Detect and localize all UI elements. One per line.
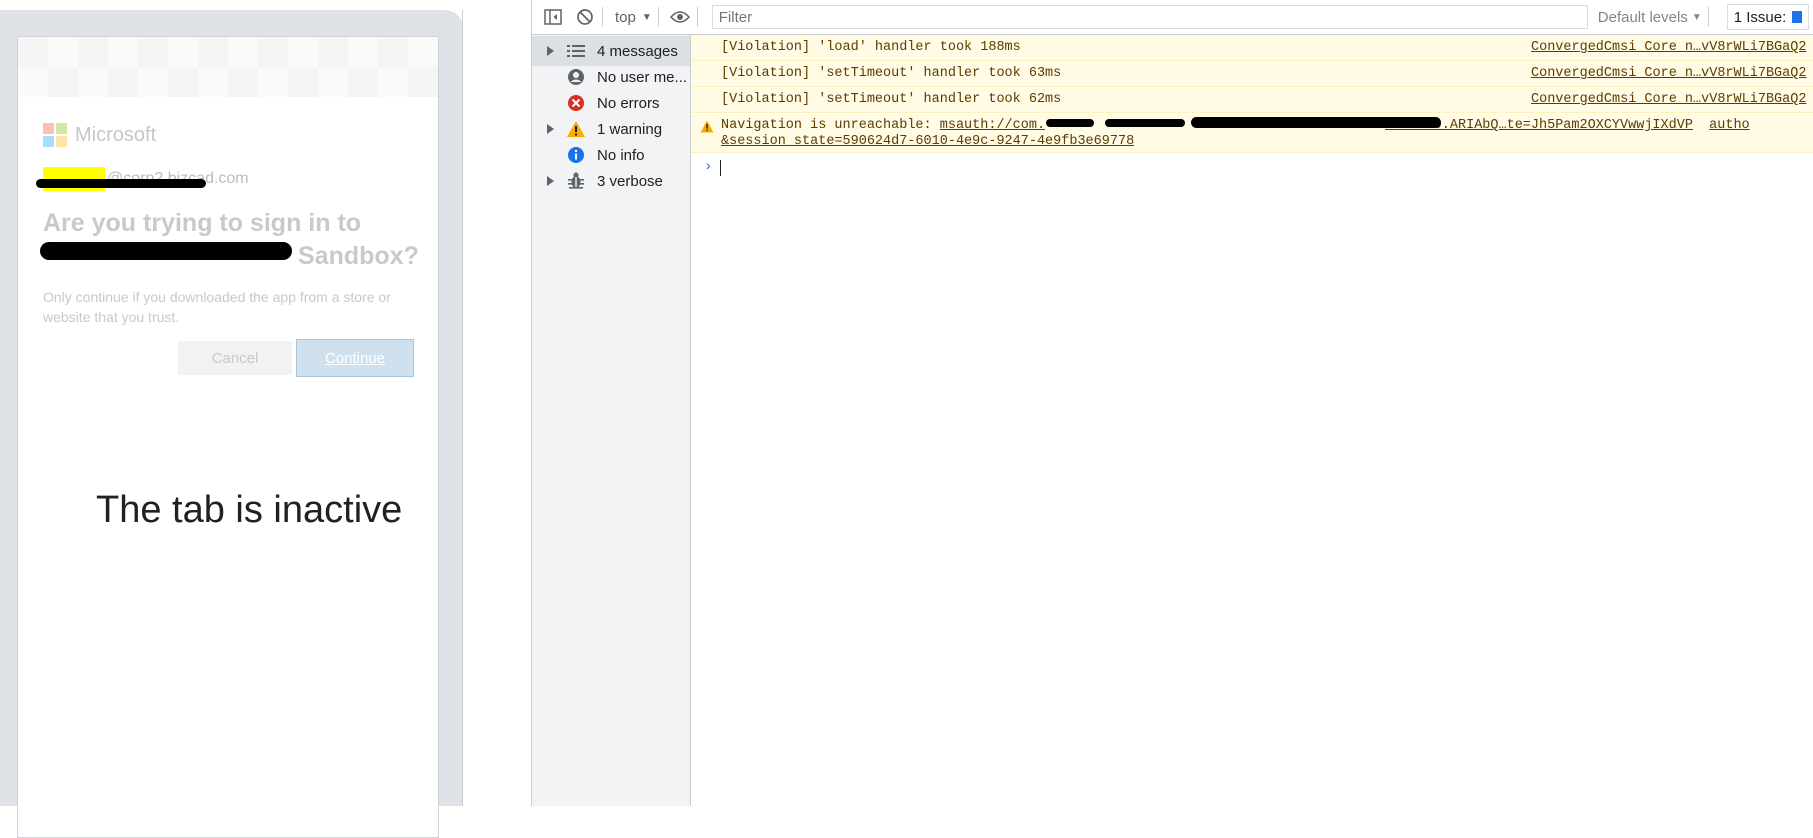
sidebar-toggle-icon[interactable] <box>542 6 564 28</box>
redaction-scribble <box>1105 119 1185 127</box>
sidebar-item-label: No errors <box>597 94 660 112</box>
expand-triangle-icon[interactable] <box>547 176 554 186</box>
warning-tail[interactable]: autho <box>1709 118 1750 133</box>
chevron-down-icon: ▼ <box>641 11 652 23</box>
message-source-link[interactable]: ConvergedCmsi_Core_n…vV8rWLi7BGaQ2 <box>1531 66 1806 81</box>
toolbar-divider <box>1707 7 1709 27</box>
issue-flag-icon <box>1792 11 1803 23</box>
console-input-caret[interactable] <box>720 160 721 176</box>
issues-label: 1 Issue: <box>1733 8 1787 26</box>
error-icon <box>566 93 586 113</box>
continue-button[interactable]: Continue <box>296 339 414 377</box>
devtools-console-panel: top ▼ Default levels ▼ 1 Issue: 4 messag… <box>531 0 1813 806</box>
microsoft-name: Microsoft <box>75 123 157 146</box>
message-text: [Violation] 'setTimeout' handler took 62… <box>721 92 1062 107</box>
log-levels-dropdown[interactable]: Default levels ▼ <box>1598 9 1702 26</box>
tab-inactive-overlay-text: The tab is inactive <box>96 489 403 531</box>
microsoft-grid-icon <box>43 123 67 147</box>
question-line-1: Are you trying to sign in to <box>43 209 362 237</box>
expand-triangle-icon[interactable] <box>547 46 554 56</box>
list-icon <box>566 41 586 61</box>
checker-background <box>18 37 438 97</box>
issues-counter[interactable]: 1 Issue: <box>1726 4 1810 30</box>
sidebar-item-verbose[interactable]: 3 verbose <box>532 166 690 196</box>
cancel-button[interactable]: Cancel <box>178 341 292 375</box>
message-source-link[interactable]: ConvergedCmsi_Core_n…vV8rWLi7BGaQ2 <box>1531 40 1806 55</box>
message-text: [Violation] 'load' handler took 188ms <box>721 40 1021 55</box>
sidebar-item-label: No info <box>597 146 645 164</box>
console-messages: [Violation] 'load' handler took 188ms Co… <box>691 35 1813 806</box>
warning-icon <box>700 120 714 138</box>
console-prompt-chevron-icon: › <box>704 159 713 175</box>
info-icon <box>566 145 586 165</box>
redaction-scribble <box>40 242 292 260</box>
expand-triangle-icon[interactable] <box>547 124 554 134</box>
warning-prefix: Navigation is unreachable: <box>721 118 940 133</box>
chevron-down-icon: ▼ <box>1691 11 1702 23</box>
bug-icon <box>566 171 586 191</box>
eye-icon[interactable] <box>669 6 691 28</box>
redaction-scribble <box>1046 119 1094 127</box>
message-source-link[interactable]: ConvergedCmsi_Core_n…vV8rWLi7BGaQ2 <box>1531 92 1806 107</box>
console-message-row: [Violation] 'setTimeout' handler took 63… <box>691 61 1813 87</box>
context-label: top <box>615 8 636 26</box>
microsoft-logo: Microsoft <box>43 123 156 147</box>
filter-input[interactable] <box>711 5 1588 29</box>
clear-console-icon[interactable] <box>574 6 596 28</box>
redaction-scribble <box>1191 117 1441 128</box>
device-screen: Microsoft @corp2.bizcad.com Are you tryi… <box>17 36 439 838</box>
sidebar-item-label: No user me... <box>597 68 688 86</box>
toolbar-divider <box>602 7 603 27</box>
toolbar-divider <box>657 7 659 27</box>
console-toolbar: top ▼ Default levels ▼ 1 Issue: <box>532 0 1813 35</box>
sidebar-item-label: 3 verbose <box>597 172 663 190</box>
sidebar-item-label: 4 messages <box>597 42 678 60</box>
console-sidebar: 4 messages No user me... No errors 1 war… <box>532 35 691 806</box>
emulated-device-frame: Microsoft @corp2.bizcad.com Are you tryi… <box>0 10 463 838</box>
user-icon <box>566 67 586 87</box>
redaction-scribble <box>36 179 206 188</box>
console-message-row: [Violation] 'setTimeout' handler took 62… <box>691 87 1813 113</box>
sidebar-item-label: 1 warning <box>597 120 663 138</box>
sign-in-question: Are you trying to sign in to Sandbox? <box>43 207 423 273</box>
warning-icon <box>566 119 586 139</box>
levels-label: Default levels <box>1597 8 1688 26</box>
trust-hint: Only continue if you downloaded the app … <box>43 289 391 325</box>
warning-session-state[interactable]: &session_state=590624d7-6010-4e9c-9247-4… <box>721 134 1134 149</box>
toolbar-divider <box>696 7 698 27</box>
console-message-row: [Violation] 'load' handler took 188ms Co… <box>691 35 1813 61</box>
message-text: [Violation] 'setTimeout' handler took 63… <box>721 66 1062 81</box>
warning-link-start[interactable]: msauth://com. <box>940 118 1045 133</box>
context-selector[interactable]: top ▼ <box>615 9 652 26</box>
